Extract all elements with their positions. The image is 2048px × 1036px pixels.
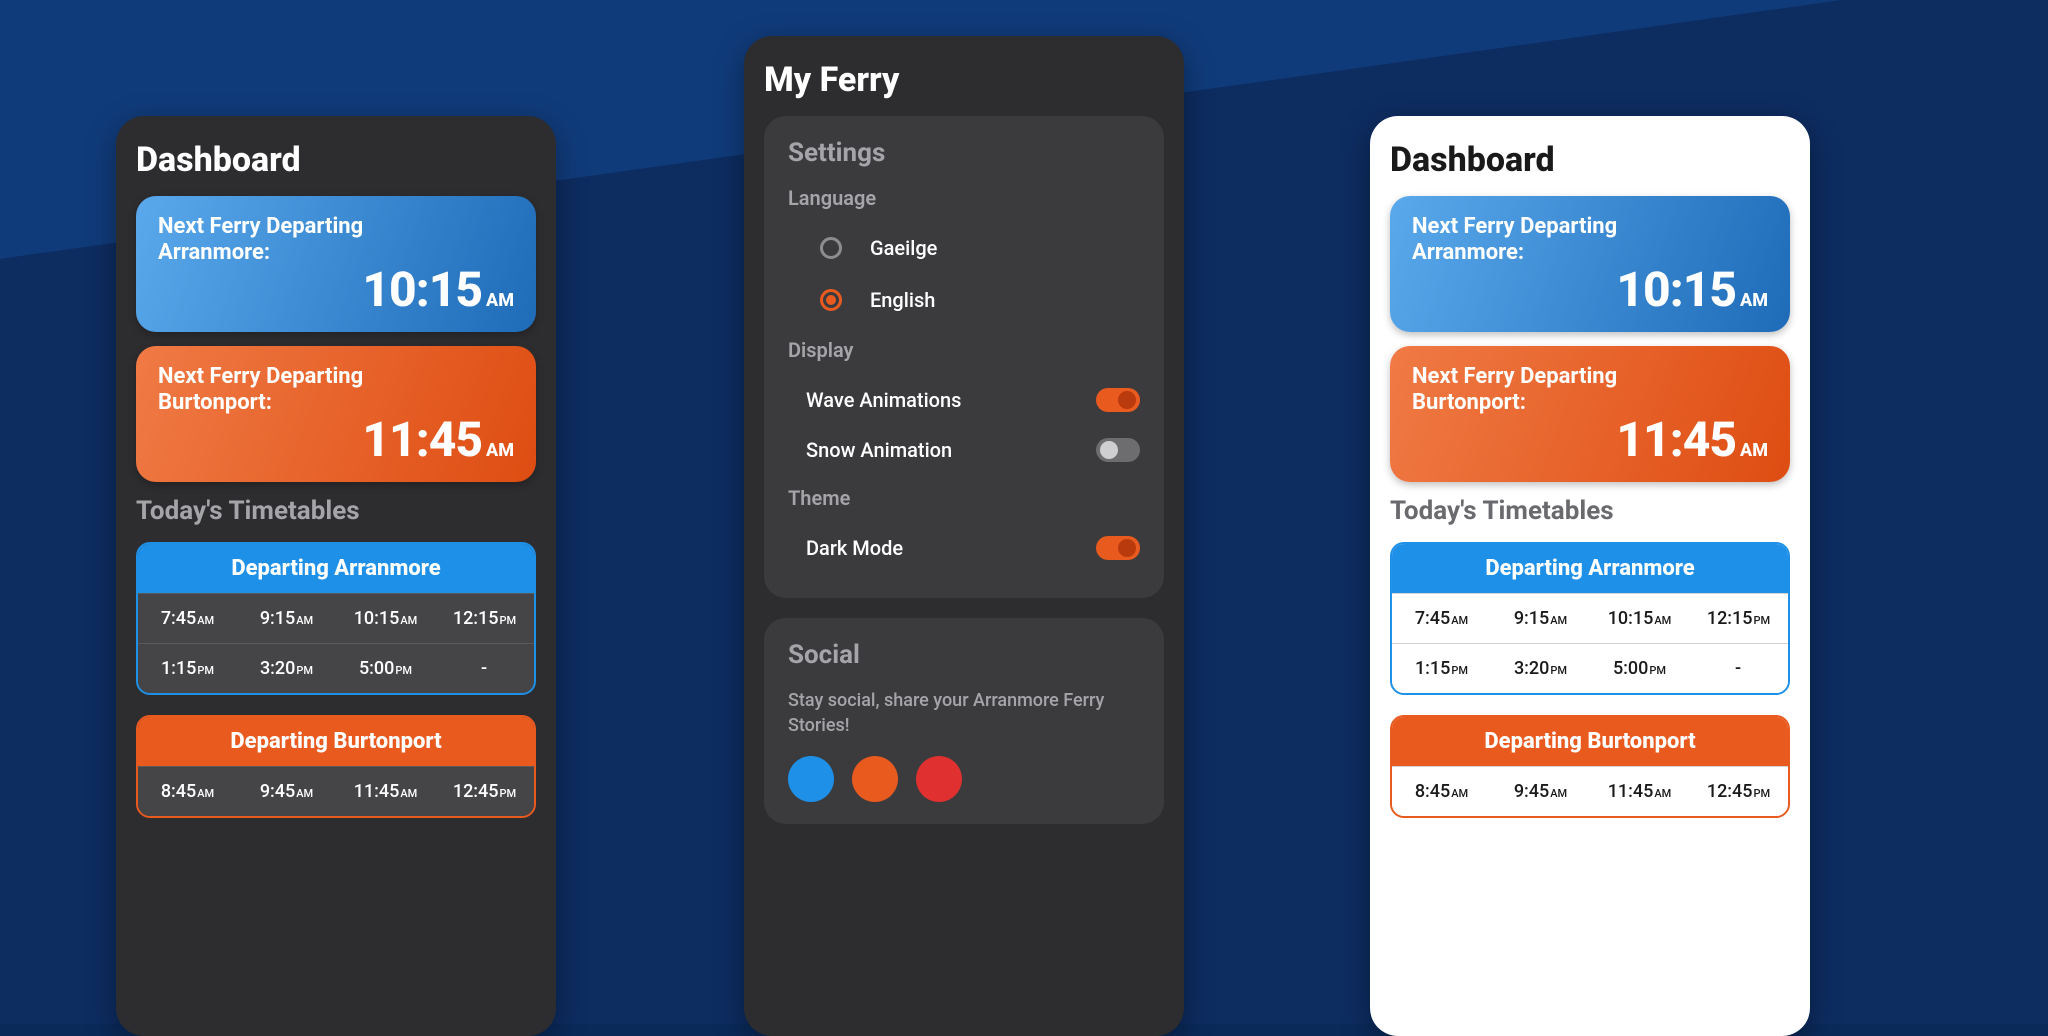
table-row: 7:45AM9:15AM10:15AM12:15PM [138,593,534,643]
next-ferry-label: Next Ferry Departing Arranmore: [158,214,418,267]
youtube-icon[interactable] [916,756,962,802]
language-option-gaeilge[interactable]: Gaeilge [788,226,1140,278]
timetable-header: Departing Burtonport [138,717,534,766]
time-cell: 9:15AM [1491,594,1590,643]
time-cell: 8:45AM [138,767,237,816]
time-cell: 11:45AM [336,767,435,816]
social-description: Stay social, share your Arranmore Ferry … [788,688,1140,738]
toggle-snow-animation[interactable]: Snow Animation [788,428,1140,478]
time-cell: - [435,644,534,693]
timetable-header: Departing Arranmore [1392,544,1788,593]
timetable-header: Departing Burtonport [1392,717,1788,766]
settings-heading: Settings [788,138,1140,168]
toggle-icon [1096,438,1140,462]
time-cell: 1:15PM [138,644,237,693]
next-ferry-label: Next Ferry Departing Arranmore: [1412,214,1672,267]
time-cell: 1:15PM [1392,644,1491,693]
time-cell: 12:15PM [1689,594,1788,643]
table-row: 1:15PM3:20PM5:00PM- [138,643,534,693]
display-section-label: Display [788,338,1140,362]
social-heading: Social [788,640,1140,670]
time-cell: 3:20PM [237,644,336,693]
toggle-wave-animations[interactable]: Wave Animations [788,378,1140,428]
table-row: 7:45AM9:15AM10:15AM12:15PM [1392,593,1788,643]
timetable-arranmore: Departing Arranmore 7:45AM9:15AM10:15AM1… [136,542,536,695]
time-cell: 12:45PM [435,767,534,816]
time-cell: 8:45AM [1392,767,1491,816]
toggle-icon [1096,388,1140,412]
time-cell: 5:00PM [1590,644,1689,693]
today-timetables-heading: Today's Timetables [136,496,536,526]
toggle-icon [1096,536,1140,560]
time-cell: 12:15PM [435,594,534,643]
toggle-dark-mode[interactable]: Dark Mode [788,526,1140,576]
time-cell: 7:45AM [1392,594,1491,643]
time-cell: 12:45PM [1689,767,1788,816]
next-ferry-burtonport-card[interactable]: Next Ferry Departing Burtonport: 11:45AM [136,346,536,482]
next-ferry-arranmore-card[interactable]: Next Ferry Departing Arranmore: 10:15AM [136,196,536,332]
radio-icon [820,289,842,311]
table-row: 1:15PM3:20PM5:00PM- [1392,643,1788,693]
next-ferry-burtonport-card[interactable]: Next Ferry Departing Burtonport: 11:45AM [1390,346,1790,482]
instagram-icon[interactable] [852,756,898,802]
next-ferry-time: 10:15AM [1412,261,1768,318]
page-title: Dashboard [136,140,536,180]
table-row: 8:45AM9:45AM11:45AM12:45PM [1392,766,1788,816]
settings-panel: Settings Language Gaeilge English Displa… [764,116,1164,598]
timetable-burtonport: Departing Burtonport 8:45AM9:45AM11:45AM… [136,715,536,818]
language-option-english[interactable]: English [788,278,1140,330]
time-cell: 3:20PM [1491,644,1590,693]
time-cell: 9:15AM [237,594,336,643]
language-section-label: Language [788,186,1140,210]
time-cell: 5:00PM [336,644,435,693]
next-ferry-time: 10:15AM [158,261,514,318]
table-row: 8:45AM9:45AM11:45AM12:45PM [138,766,534,816]
theme-section-label: Theme [788,486,1140,510]
page-title: My Ferry [764,60,1164,100]
facebook-icon[interactable] [788,756,834,802]
next-ferry-arranmore-card[interactable]: Next Ferry Departing Arranmore: 10:15AM [1390,196,1790,332]
time-cell: 11:45AM [1590,767,1689,816]
timetable-header: Departing Arranmore [138,544,534,593]
time-cell: 9:45AM [1491,767,1590,816]
next-ferry-time: 11:45AM [1412,411,1768,468]
time-cell: - [1689,644,1788,693]
dashboard-light-phone: Dashboard Next Ferry Departing Arranmore… [1370,116,1810,1036]
time-cell: 7:45AM [138,594,237,643]
time-cell: 9:45AM [237,767,336,816]
page-title: Dashboard [1390,140,1790,180]
next-ferry-time: 11:45AM [158,411,514,468]
time-cell: 10:15AM [336,594,435,643]
time-cell: 10:15AM [1590,594,1689,643]
timetable-burtonport: Departing Burtonport 8:45AM9:45AM11:45AM… [1390,715,1790,818]
next-ferry-label: Next Ferry Departing Burtonport: [1412,364,1672,417]
radio-icon [820,237,842,259]
next-ferry-label: Next Ferry Departing Burtonport: [158,364,418,417]
settings-phone: My Ferry Settings Language Gaeilge Engli… [744,36,1184,1036]
social-panel: Social Stay social, share your Arranmore… [764,618,1164,824]
today-timetables-heading: Today's Timetables [1390,496,1790,526]
timetable-arranmore: Departing Arranmore 7:45AM9:15AM10:15AM1… [1390,542,1790,695]
dashboard-dark-phone: Dashboard Next Ferry Departing Arranmore… [116,116,556,1036]
